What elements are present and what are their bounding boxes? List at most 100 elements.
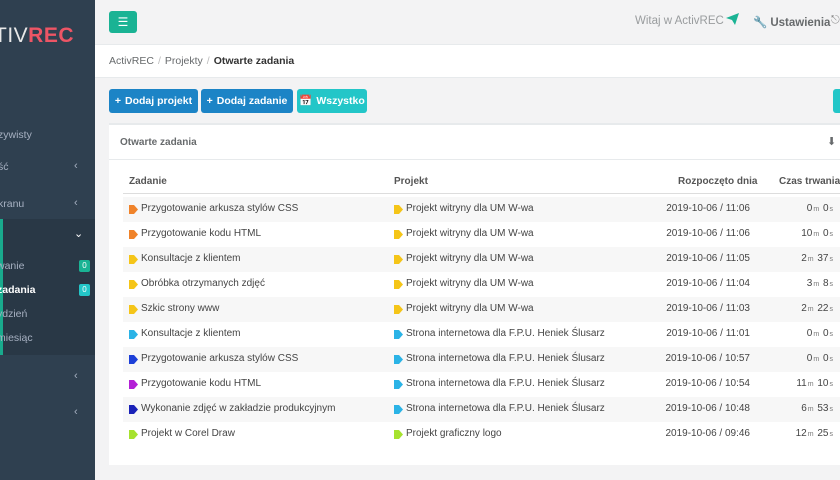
project-name[interactable]: Projekt witryny dla UM W-wa bbox=[406, 203, 534, 214]
breadcrumb-bar: ActivREC / Projekty / Otwarte zadania bbox=[95, 45, 840, 78]
chevron-left-icon: ‹ bbox=[74, 406, 78, 418]
project-name[interactable]: Projekt witryny dla UM W-wa bbox=[406, 278, 534, 289]
sidebar-submenu: ⌄ wanie 0 zadania 0 ydzień miesiąc bbox=[0, 219, 95, 355]
sidebar-item-1[interactable]: ść ‹ bbox=[0, 156, 95, 180]
chevron-down-icon[interactable]: ⌄ bbox=[74, 227, 83, 240]
all-button[interactable]: 📅 Wszystko bbox=[297, 89, 367, 113]
task-tag-icon bbox=[129, 230, 138, 239]
add-project-button[interactable]: + Dodaj projekt bbox=[109, 89, 198, 113]
task-name[interactable]: Wykonanie zdjęć w zakładzie produkcyjnym bbox=[141, 403, 335, 414]
count-badge: 0 bbox=[79, 284, 90, 296]
start-date: 2019-10-06 / 09:46 bbox=[665, 428, 750, 439]
extra-button[interactable] bbox=[833, 89, 840, 113]
breadcrumb-current: Otwarte zadania bbox=[213, 55, 295, 67]
start-date: 2019-10-06 / 11:06 bbox=[666, 203, 750, 214]
paper-plane-icon[interactable] bbox=[726, 13, 739, 28]
column-header-task[interactable]: Zadanie bbox=[129, 176, 167, 187]
chevron-left-icon: ‹ bbox=[74, 197, 78, 209]
duration: 2m 22s bbox=[801, 303, 833, 314]
sidebar-item-4[interactable]: ‹ bbox=[0, 366, 95, 390]
task-name[interactable]: Konsultacje z klientem bbox=[141, 253, 241, 264]
duration: 2m 37s bbox=[801, 253, 833, 264]
submenu-item-label: ydzień bbox=[0, 308, 28, 320]
table-row[interactable]: Konsultacje z klientem Projekt witryny dl… bbox=[123, 247, 840, 272]
table-row[interactable]: Konsultacje z klientem Strona internetowa… bbox=[123, 322, 840, 347]
project-tag-icon bbox=[394, 255, 403, 264]
task-name[interactable]: Przygotowanie kodu HTML bbox=[141, 228, 261, 239]
welcome-text: Witaj w ActivREC bbox=[635, 15, 724, 27]
sidebar-item-label: ść bbox=[0, 161, 9, 173]
duration: 11m 10s bbox=[796, 378, 833, 389]
breadcrumb-projects[interactable]: Projekty bbox=[165, 55, 203, 67]
task-name[interactable]: Konsultacje z klientem bbox=[141, 328, 241, 339]
table-row[interactable]: Szkic strony www Projekt witryny dla UM W… bbox=[123, 297, 840, 322]
chevron-left-icon: ‹ bbox=[74, 160, 78, 172]
project-name[interactable]: Projekt witryny dla UM W-wa bbox=[406, 253, 534, 264]
duration: 10m 0s bbox=[801, 228, 833, 239]
task-name[interactable]: Szkic strony www bbox=[141, 303, 219, 314]
column-header-project[interactable]: Projekt bbox=[394, 176, 428, 187]
project-name[interactable]: Strona internetowa dla F.P.U. Heniek Ślu… bbox=[406, 403, 605, 414]
column-header-duration[interactable]: Czas trwania bbox=[779, 176, 840, 187]
plus-icon: + bbox=[206, 95, 213, 107]
start-date: 2019-10-06 / 11:05 bbox=[666, 253, 750, 264]
table-row[interactable]: Wykonanie zdjęć w zakładzie produkcyjnym… bbox=[123, 397, 840, 422]
task-name[interactable]: Obróbka otrzymanych zdjęć bbox=[141, 278, 265, 289]
project-tag-icon bbox=[394, 205, 403, 214]
table-row[interactable]: Projekt w Corel Draw Projekt graficzny lo… bbox=[123, 422, 840, 447]
project-name[interactable]: Projekt witryny dla UM W-wa bbox=[406, 228, 534, 239]
project-name[interactable]: Strona internetowa dla F.P.U. Heniek Ślu… bbox=[406, 328, 605, 339]
table-row[interactable]: Obróbka otrzymanych zdjęć Projekt witryny… bbox=[123, 272, 840, 297]
add-task-button[interactable]: + Dodaj zadanie bbox=[201, 89, 293, 113]
task-tag-icon bbox=[129, 380, 138, 389]
submenu-item-label: wanie bbox=[0, 260, 25, 272]
project-tag-icon bbox=[394, 430, 403, 439]
logout-icon[interactable]: ⎋ bbox=[831, 14, 840, 27]
task-tag-icon bbox=[129, 355, 138, 364]
table-row[interactable]: Przygotowanie kodu HTML Projekt witryny d… bbox=[123, 222, 840, 247]
table-row[interactable]: Przygotowanie arkusza stylów CSS Strona i… bbox=[123, 347, 840, 372]
task-name[interactable]: Projekt w Corel Draw bbox=[141, 428, 235, 439]
sidebar-item-2[interactable]: kranu ‹ bbox=[0, 193, 95, 217]
sidebar-item-label: kranu bbox=[0, 198, 25, 210]
header-divider bbox=[123, 193, 840, 194]
task-tag-icon bbox=[129, 405, 138, 414]
submenu-item-2[interactable]: ydzień bbox=[0, 305, 95, 325]
breadcrumb-root[interactable]: ActivREC bbox=[109, 55, 154, 67]
menu-toggle-button[interactable]: ☰ bbox=[109, 11, 137, 33]
wrench-icon: 🔧 bbox=[753, 17, 768, 29]
submenu-item-3[interactable]: miesiąc bbox=[0, 329, 95, 349]
app-logo[interactable]: TIVREC bbox=[0, 24, 74, 48]
task-name[interactable]: Przygotowanie kodu HTML bbox=[141, 378, 261, 389]
project-tag-icon bbox=[394, 330, 403, 339]
project-name[interactable]: Projekt witryny dla UM W-wa bbox=[406, 303, 534, 314]
table-row[interactable]: Przygotowanie arkusza stylów CSS Projekt … bbox=[123, 197, 840, 222]
start-date: 2019-10-06 / 10:57 bbox=[665, 353, 750, 364]
project-name[interactable]: Strona internetowa dla F.P.U. Heniek Ślu… bbox=[406, 353, 605, 364]
plus-icon: + bbox=[114, 95, 122, 107]
task-tag-icon bbox=[129, 305, 138, 314]
start-date: 2019-10-06 / 11:06 bbox=[666, 228, 750, 239]
duration: 3m 8s bbox=[806, 278, 833, 289]
project-tag-icon bbox=[394, 305, 403, 314]
column-header-started[interactable]: Rozpoczęto dnia bbox=[678, 176, 757, 187]
calendar-icon: 📅 bbox=[299, 95, 313, 107]
table-row[interactable]: Przygotowanie kodu HTML Strona internetow… bbox=[123, 372, 840, 397]
start-date: 2019-10-06 / 11:01 bbox=[666, 328, 750, 339]
project-name[interactable]: Projekt graficzny logo bbox=[406, 428, 502, 439]
submenu-item-label: miesiąc bbox=[0, 332, 33, 344]
task-name[interactable]: Przygotowanie arkusza stylów CSS bbox=[141, 203, 298, 214]
project-name[interactable]: Strona internetowa dla F.P.U. Heniek Ślu… bbox=[406, 378, 605, 389]
submenu-item-1[interactable]: zadania 0 bbox=[0, 281, 95, 301]
sidebar-item-5[interactable]: ‹ bbox=[0, 402, 95, 426]
project-tag-icon bbox=[394, 280, 403, 289]
settings-link[interactable]: 🔧 Ustawienia bbox=[753, 15, 830, 29]
sidebar-item-0[interactable]: zywisty bbox=[0, 124, 95, 148]
top-navbar: ☰ Witaj w ActivREC 🔧 Ustawienia ⎋ bbox=[95, 0, 840, 45]
project-tag-icon bbox=[394, 405, 403, 414]
submenu-item-0[interactable]: wanie 0 bbox=[0, 257, 95, 277]
breadcrumb: ActivREC / Projekty / Otwarte zadania bbox=[109, 55, 295, 67]
duration: 12m 25s bbox=[795, 428, 833, 439]
download-icon[interactable]: ⬇ bbox=[827, 135, 836, 148]
task-name[interactable]: Przygotowanie arkusza stylów CSS bbox=[141, 353, 298, 364]
